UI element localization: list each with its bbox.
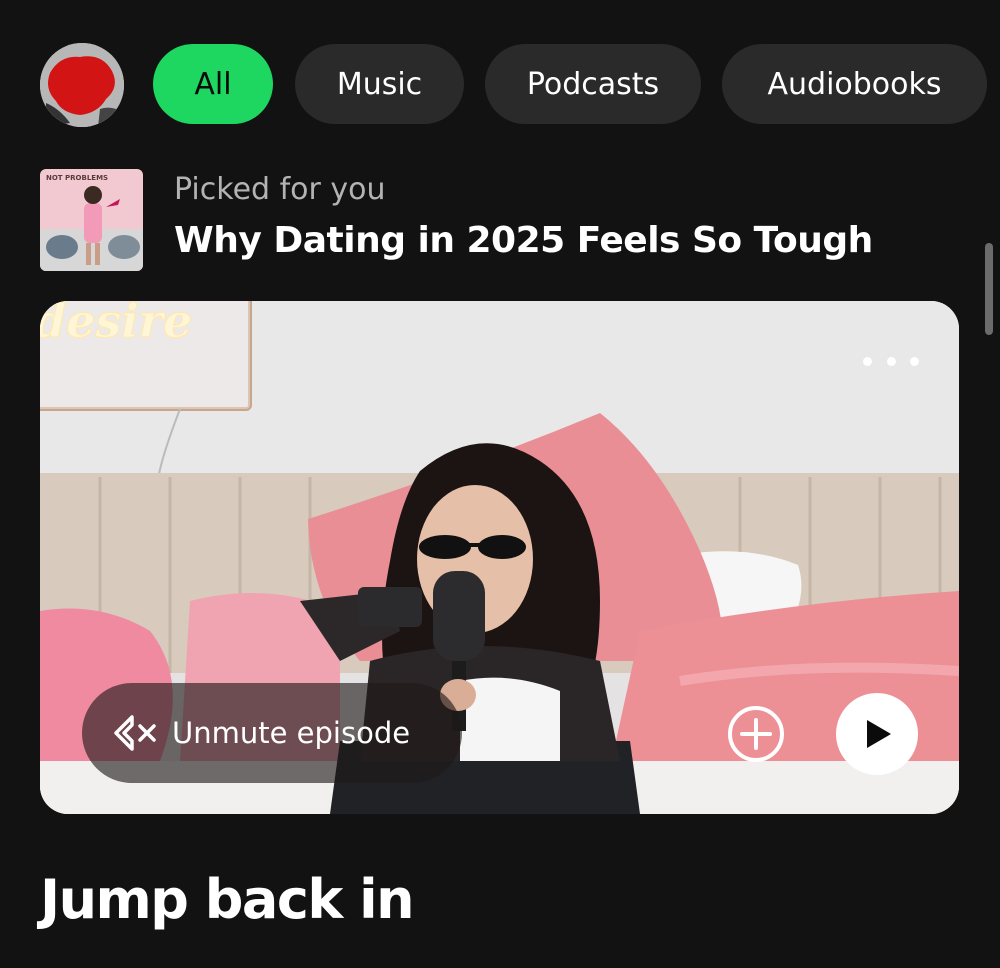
home-screen: All Music Podcasts Audiobooks NOT PROBLE… bbox=[0, 0, 1000, 968]
unmute-episode-label: Unmute episode bbox=[172, 716, 411, 750]
play-button[interactable] bbox=[836, 693, 918, 775]
more-options-button[interactable] bbox=[863, 349, 919, 373]
neon-sign-text: desire bbox=[40, 301, 192, 348]
plus-circle-icon[interactable] bbox=[726, 704, 786, 764]
thumbnail-title-text: NOT PROBLEMS bbox=[46, 174, 108, 182]
scrollbar[interactable] bbox=[985, 243, 993, 335]
profile-avatar[interactable] bbox=[40, 43, 124, 127]
episode-thumbnail[interactable]: NOT PROBLEMS bbox=[40, 169, 143, 271]
section-heading-jump-back-in: Jump back in bbox=[40, 868, 415, 931]
filter-chip-podcasts[interactable]: Podcasts bbox=[485, 44, 701, 124]
avatar-image bbox=[40, 43, 124, 127]
episode-title[interactable]: Why Dating in 2025 Feels So Tough bbox=[174, 220, 873, 261]
more-dot bbox=[863, 356, 872, 366]
picked-for-you-label: Picked for you bbox=[174, 172, 386, 207]
video-preview-card[interactable]: desire Unmute episode bbox=[40, 301, 959, 814]
filter-chip-all[interactable]: All bbox=[153, 44, 273, 124]
filter-chip-audiobooks[interactable]: Audiobooks bbox=[722, 44, 987, 124]
speaker-muted-icon bbox=[114, 715, 156, 751]
filter-chip-music[interactable]: Music bbox=[295, 44, 464, 124]
unmute-episode-button[interactable]: Unmute episode bbox=[82, 683, 462, 783]
more-dot bbox=[886, 356, 896, 366]
thumbnail-image: NOT PROBLEMS bbox=[40, 169, 143, 271]
play-icon bbox=[867, 720, 891, 748]
more-dot bbox=[910, 356, 919, 366]
